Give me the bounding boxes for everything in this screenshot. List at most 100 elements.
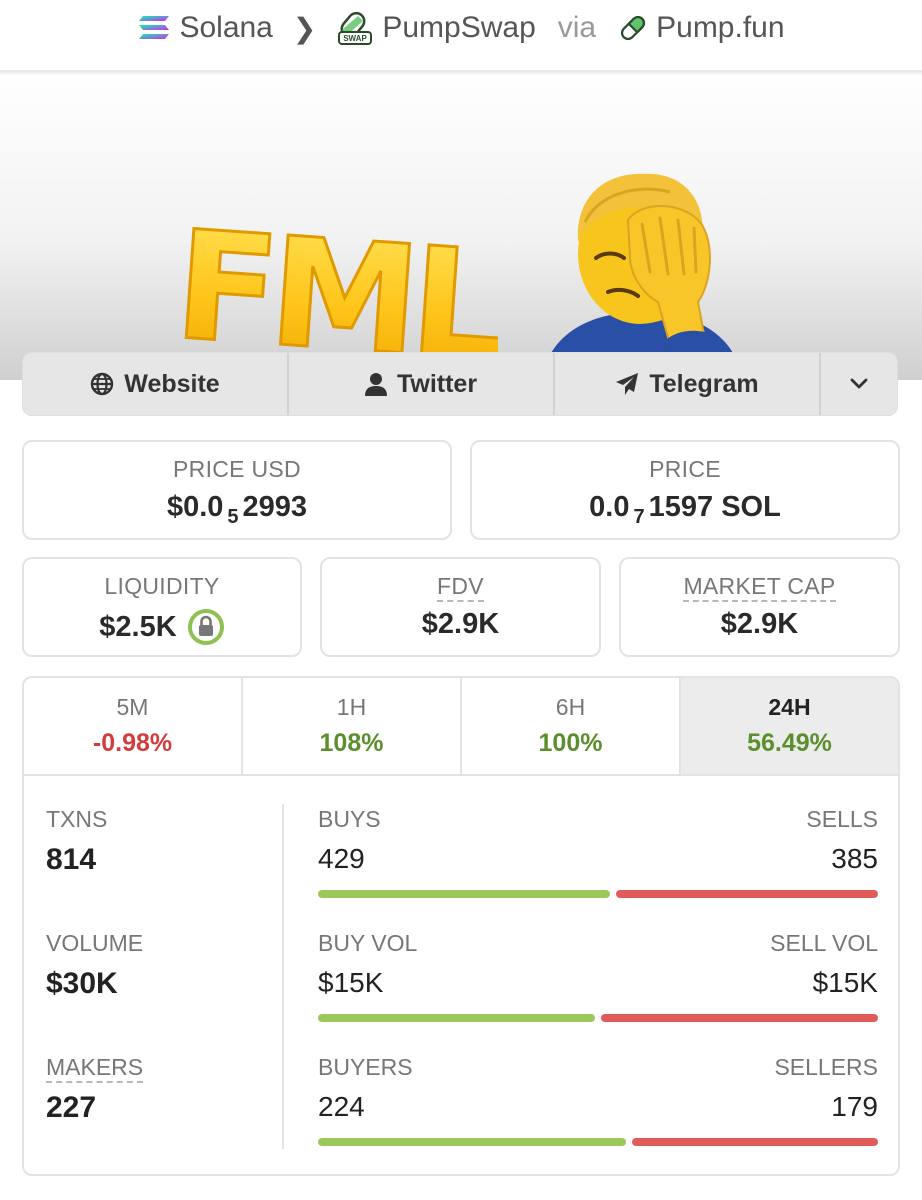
paper-plane-icon bbox=[616, 373, 639, 395]
sellers-label: SELLERS bbox=[774, 1054, 878, 1080]
launchpad-name: Pump.fun bbox=[656, 11, 785, 44]
twitter-link[interactable]: Twitter bbox=[289, 353, 555, 415]
twitter-label: Twitter bbox=[396, 369, 478, 398]
txns-label: TXNS bbox=[46, 806, 108, 832]
pumpswap-icon: SWAP bbox=[338, 11, 373, 45]
website-label: Website bbox=[124, 369, 220, 398]
fdv-label-wrap: FDV bbox=[322, 573, 599, 602]
buy-vol-value: $15K bbox=[318, 967, 384, 998]
buys-value: 429 bbox=[318, 843, 365, 874]
price-sol-prefix: 0.0 bbox=[589, 491, 630, 523]
buyers-sellers-row: BUYERS 224 SELLERS 179 bbox=[318, 1054, 878, 1174]
sell-vol-bar bbox=[601, 1014, 878, 1022]
breadcrumb: Solana ❯ SWAP PumpSwap via Pump.fun bbox=[0, 0, 922, 56]
tab-24h-label: 24H bbox=[768, 694, 811, 720]
tab-6h-change: 100% bbox=[538, 729, 603, 757]
trade-stats: TXNS 814 VOLUME $30K MAKERS 227 BUYS 429… bbox=[24, 776, 898, 1174]
solana-icon bbox=[139, 16, 170, 39]
tab-6h[interactable]: 6H 100% bbox=[462, 678, 681, 774]
telegram-link[interactable]: Telegram bbox=[555, 353, 821, 415]
buys-sells-bar bbox=[318, 890, 878, 898]
fml-logo: FML bbox=[178, 198, 498, 368]
price-usd-zero-count: 5 bbox=[227, 506, 239, 528]
breadcrumb-dex[interactable]: SWAP PumpSwap bbox=[336, 10, 536, 46]
liquidity-label: LIQUIDITY bbox=[104, 573, 220, 599]
dex-name: PumpSwap bbox=[382, 11, 536, 44]
social-links-bar: Website Twitter Telegram bbox=[22, 352, 898, 416]
volume-label: VOLUME bbox=[46, 930, 144, 956]
fdv-card: FDV $2.9K bbox=[320, 557, 601, 657]
buys-bar bbox=[318, 890, 610, 898]
sell-vol-value: $15K bbox=[812, 967, 878, 998]
buyers-value: 224 bbox=[318, 1091, 365, 1122]
price-usd-label: PRICE USD bbox=[173, 456, 301, 482]
liquidity-row: $2.5K bbox=[24, 608, 300, 646]
market-cap-label[interactable]: MARKET CAP bbox=[683, 573, 836, 602]
volume-split-bar bbox=[318, 1014, 878, 1022]
price-usd-value: $0.0 5 2993 bbox=[24, 491, 450, 528]
lock-icon[interactable] bbox=[187, 608, 225, 646]
tab-24h[interactable]: 24H 56.49% bbox=[681, 678, 898, 774]
tab-1h-label: 1H bbox=[336, 694, 367, 720]
makers-value: 227 bbox=[46, 1091, 97, 1124]
stats-panel: 5M -0.98% 1H 108% 6H 100% 24H 56.49% TXN… bbox=[22, 676, 900, 1176]
liquidity-card: LIQUIDITY $2.5K bbox=[22, 557, 302, 657]
breadcrumb-chain[interactable]: Solana bbox=[137, 11, 273, 45]
breadcrumb-launchpad[interactable]: Pump.fun bbox=[618, 11, 785, 45]
fml-logo-text: FML bbox=[178, 199, 498, 368]
txns-value: 814 bbox=[46, 843, 97, 876]
chevron-down-icon bbox=[850, 378, 868, 389]
buyers-label: BUYERS bbox=[318, 1054, 413, 1080]
liquidity-value: $2.5K bbox=[99, 610, 177, 643]
fdv-label[interactable]: FDV bbox=[437, 573, 484, 602]
sellers-value: 179 bbox=[831, 1091, 878, 1122]
chain-name: Solana bbox=[179, 11, 273, 44]
volume-split-row: BUY VOL $15K SELL VOL $15K bbox=[318, 930, 878, 1054]
buys-label: BUYS bbox=[318, 806, 381, 832]
user-icon bbox=[364, 373, 387, 396]
more-links-button[interactable] bbox=[821, 353, 897, 415]
sellers-bar bbox=[632, 1138, 878, 1146]
buy-vol-bar bbox=[318, 1014, 595, 1022]
price-usd-card: PRICE USD $0.0 5 2993 bbox=[22, 440, 452, 540]
buy-vol-label: BUY VOL bbox=[318, 930, 418, 956]
price-usd-prefix: $0.0 bbox=[166, 491, 224, 523]
price-sol-digits: 1597 SOL bbox=[648, 491, 781, 523]
dex-badge: SWAP bbox=[344, 34, 368, 43]
market-cap-label-wrap: MARKET CAP bbox=[621, 573, 898, 602]
timeframe-tabs: 5M -0.98% 1H 108% 6H 100% 24H 56.49% bbox=[24, 678, 898, 776]
market-cap-card: MARKET CAP $2.9K bbox=[619, 557, 900, 657]
market-cap-value: $2.9K bbox=[720, 608, 799, 640]
price-usd-digits: 2993 bbox=[242, 491, 308, 523]
tab-1h-change: 108% bbox=[319, 729, 384, 757]
fdv-value: $2.9K bbox=[421, 608, 500, 640]
sells-bar bbox=[616, 890, 878, 898]
via-text: via bbox=[557, 11, 597, 44]
buyers-sellers-bar bbox=[318, 1138, 878, 1146]
token-banner: FML bbox=[0, 70, 922, 380]
website-link[interactable]: Website bbox=[23, 353, 289, 415]
price-sol-value: 0.0 7 1597 SOL bbox=[472, 491, 898, 528]
tab-5m-change: -0.98% bbox=[92, 729, 173, 757]
globe-icon bbox=[91, 372, 114, 396]
tab-5m-label: 5M bbox=[116, 694, 149, 720]
stats-divider bbox=[282, 804, 284, 1149]
price-sol-label: PRICE bbox=[649, 456, 721, 482]
volume-value: $30K bbox=[46, 967, 118, 1000]
sells-value: 385 bbox=[831, 843, 878, 874]
makers-label[interactable]: MAKERS bbox=[46, 1054, 144, 1083]
split-column: BUYS 429 SELLS 385 BUY VOL $15K SELL VOL… bbox=[318, 806, 878, 1174]
buys-sells-row: BUYS 429 SELLS 385 bbox=[318, 806, 878, 930]
totals-column: TXNS 814 VOLUME $30K MAKERS 227 bbox=[46, 806, 286, 1174]
tab-24h-change: 56.49% bbox=[747, 729, 832, 757]
price-sol-card: PRICE 0.0 7 1597 SOL bbox=[470, 440, 900, 540]
chevron-right-icon: ❯ bbox=[292, 12, 317, 44]
price-sol-zero-count: 7 bbox=[633, 506, 645, 528]
sells-label: SELLS bbox=[806, 806, 878, 832]
sell-vol-label: SELL VOL bbox=[770, 930, 878, 956]
tab-5m[interactable]: 5M -0.98% bbox=[24, 678, 243, 774]
tab-6h-label: 6H bbox=[555, 694, 586, 720]
telegram-label: Telegram bbox=[649, 369, 759, 398]
pill-icon bbox=[621, 15, 646, 41]
tab-1h[interactable]: 1H 108% bbox=[243, 678, 462, 774]
